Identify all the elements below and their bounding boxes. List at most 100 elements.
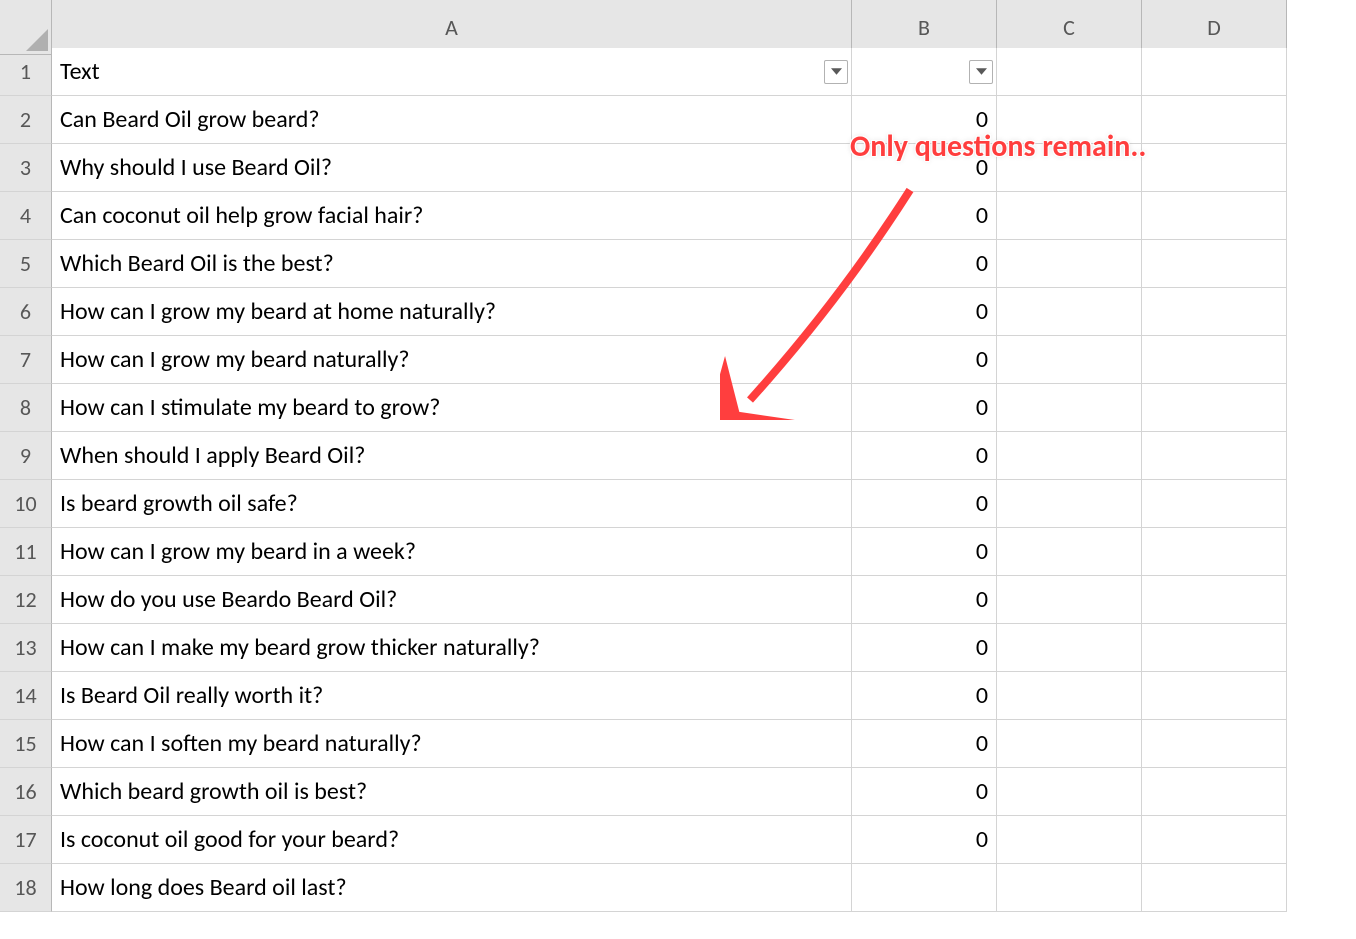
cell-a13[interactable]: How can I make my beard grow thicker nat… [52,624,852,672]
cell-a15[interactable]: How can I soften my beard naturally? [52,720,852,768]
cell-c2[interactable] [997,96,1142,144]
cell-c4[interactable] [997,192,1142,240]
filter-dropdown-a[interactable] [824,60,848,84]
cell-c12[interactable] [997,576,1142,624]
cell-text: Which Beard Oil is the best? [60,249,334,278]
cell-b5[interactable]: 0 [852,240,997,288]
cell-d16[interactable] [1142,768,1287,816]
cell-d6[interactable] [1142,288,1287,336]
cell-b1[interactable] [852,48,997,96]
cell-d18[interactable] [1142,864,1287,912]
cell-d9[interactable] [1142,432,1287,480]
row-header-16[interactable]: 16 [0,768,52,816]
cell-a2[interactable]: Can Beard Oil grow beard? [52,96,852,144]
cell-c17[interactable] [997,816,1142,864]
cell-d12[interactable] [1142,576,1287,624]
row-header-4[interactable]: 4 [0,192,52,240]
cell-b17[interactable]: 0 [852,816,997,864]
row-header-13[interactable]: 13 [0,624,52,672]
cell-a9[interactable]: When should I apply Beard Oil? [52,432,852,480]
row-header-2[interactable]: 2 [0,96,52,144]
cell-d4[interactable] [1142,192,1287,240]
row-header-15[interactable]: 15 [0,720,52,768]
cell-b4[interactable]: 0 [852,192,997,240]
cell-a14[interactable]: Is Beard Oil really worth it? [52,672,852,720]
cell-c14[interactable] [997,672,1142,720]
cell-a12[interactable]: How do you use Beardo Beard Oil? [52,576,852,624]
filter-dropdown-b[interactable] [969,60,993,84]
cell-a5[interactable]: Which Beard Oil is the best? [52,240,852,288]
row-header-9[interactable]: 9 [0,432,52,480]
row-header-10[interactable]: 10 [0,480,52,528]
cell-a7[interactable]: How can I grow my beard naturally? [52,336,852,384]
cell-b13[interactable]: 0 [852,624,997,672]
row-header-12[interactable]: 12 [0,576,52,624]
cell-text: Is Beard Oil really worth it? [60,681,323,710]
cell-d1[interactable] [1142,48,1287,96]
cell-c6[interactable] [997,288,1142,336]
column-header-d[interactable]: D [1142,0,1287,55]
cell-b7[interactable]: 0 [852,336,997,384]
cell-b6[interactable]: 0 [852,288,997,336]
cell-b10[interactable]: 0 [852,480,997,528]
column-header-a[interactable]: A [52,0,852,55]
cell-d8[interactable] [1142,384,1287,432]
cell-b14[interactable]: 0 [852,672,997,720]
cell-a6[interactable]: How can I grow my beard at home naturall… [52,288,852,336]
cell-d2[interactable] [1142,96,1287,144]
cell-a1[interactable]: Text [52,48,852,96]
cell-d11[interactable] [1142,528,1287,576]
cell-d17[interactable] [1142,816,1287,864]
cell-a16[interactable]: Which beard growth oil is best? [52,768,852,816]
cell-a8[interactable]: How can I stimulate my beard to grow? [52,384,852,432]
row-header-17[interactable]: 17 [0,816,52,864]
row-header-3[interactable]: 3 [0,144,52,192]
column-header-b[interactable]: B [852,0,997,55]
cell-a11[interactable]: How can I grow my beard in a week? [52,528,852,576]
cell-b16[interactable]: 0 [852,768,997,816]
cell-c13[interactable] [997,624,1142,672]
row-header-5[interactable]: 5 [0,240,52,288]
cell-c3[interactable] [997,144,1142,192]
row-header-7[interactable]: 7 [0,336,52,384]
cell-a18[interactable]: How long does Beard oil last? [52,864,852,912]
cell-c15[interactable] [997,720,1142,768]
cell-b8[interactable]: 0 [852,384,997,432]
cell-b12[interactable]: 0 [852,576,997,624]
cell-b2[interactable]: 0 [852,96,997,144]
cell-a3[interactable]: Why should I use Beard Oil? [52,144,852,192]
select-all-corner[interactable] [0,0,52,55]
cell-c9[interactable] [997,432,1142,480]
cell-b18[interactable] [852,864,997,912]
cell-c8[interactable] [997,384,1142,432]
cell-text: When should I apply Beard Oil? [60,441,365,470]
column-header-c[interactable]: C [997,0,1142,55]
cell-c10[interactable] [997,480,1142,528]
cell-b3[interactable]: 0 [852,144,997,192]
cell-c5[interactable] [997,240,1142,288]
cell-c7[interactable] [997,336,1142,384]
row-header-8[interactable]: 8 [0,384,52,432]
cell-c16[interactable] [997,768,1142,816]
cell-d7[interactable] [1142,336,1287,384]
cell-d15[interactable] [1142,720,1287,768]
row-header-11[interactable]: 11 [0,528,52,576]
cell-a4[interactable]: Can coconut oil help grow facial hair? [52,192,852,240]
row-header-1[interactable]: 1 [0,48,52,96]
cell-a17[interactable]: Is coconut oil good for your beard? [52,816,852,864]
cell-b11[interactable]: 0 [852,528,997,576]
cell-d5[interactable] [1142,240,1287,288]
row-header-18[interactable]: 18 [0,864,52,912]
cell-c11[interactable] [997,528,1142,576]
cell-d13[interactable] [1142,624,1287,672]
cell-d3[interactable] [1142,144,1287,192]
row-header-6[interactable]: 6 [0,288,52,336]
cell-d10[interactable] [1142,480,1287,528]
row-header-14[interactable]: 14 [0,672,52,720]
cell-a10[interactable]: Is beard growth oil safe? [52,480,852,528]
cell-c1[interactable] [997,48,1142,96]
cell-c18[interactable] [997,864,1142,912]
cell-b9[interactable]: 0 [852,432,997,480]
cell-d14[interactable] [1142,672,1287,720]
cell-b15[interactable]: 0 [852,720,997,768]
